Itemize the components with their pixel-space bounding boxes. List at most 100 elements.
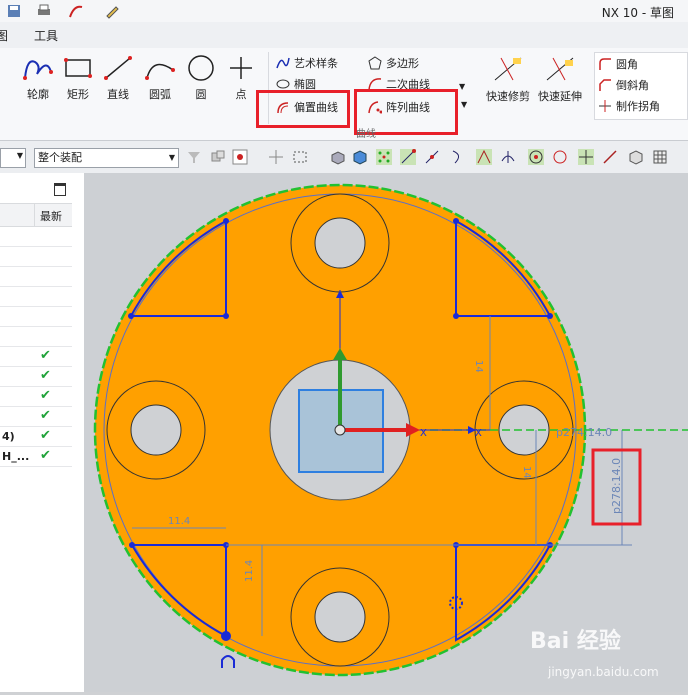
curve-snap-icon[interactable] — [450, 149, 466, 165]
fillet-button[interactable]: 圆角 — [598, 55, 638, 73]
curve-more-icon[interactable]: ▼ — [459, 82, 465, 91]
table-row[interactable] — [0, 326, 72, 347]
navigator-header: 最新 — [0, 203, 72, 227]
dim-p274[interactable]: p274:14.0 — [556, 426, 612, 439]
selection-toolbar: ▼ 整个装配 ▼ — [0, 141, 688, 174]
maximize-icon[interactable] — [54, 183, 66, 196]
curve-gallery-icon[interactable]: ▼ — [461, 100, 467, 109]
rectangle-select-icon[interactable] — [292, 149, 308, 165]
menu-item-tools[interactable]: 工具 — [34, 27, 58, 44]
center-snap-icon[interactable] — [528, 149, 544, 165]
rectangle-button[interactable]: 矩形 — [58, 54, 98, 110]
assembly-scope-select[interactable]: 整个装配 ▼ — [34, 148, 179, 168]
row-label: 4) — [2, 430, 15, 443]
table-row[interactable]: ✔ — [0, 406, 72, 427]
make-corner-button[interactable]: 制作拐角 — [598, 97, 660, 115]
table-row[interactable]: 4) ✔ — [0, 426, 72, 447]
quick-trim-icon — [494, 57, 522, 81]
part-navigator: 最新 ✔ ✔ ✔ ✔ 4) ✔ H_... ✔ — [0, 173, 85, 692]
hole-bottom — [314, 591, 366, 643]
tangent-snap-icon[interactable] — [500, 149, 516, 165]
print-icon[interactable] — [36, 3, 52, 19]
sketch-view[interactable]: 14 14 p274:14.0 11.4 11.4 X X p278:14.0 … — [84, 173, 688, 692]
face-snap-icon[interactable] — [628, 149, 644, 165]
save-icon[interactable] — [6, 3, 22, 19]
pencil-icon[interactable] — [104, 3, 120, 19]
point-snap-icon[interactable] — [376, 149, 392, 165]
endpoint-snap-icon[interactable] — [400, 149, 416, 165]
polygon-icon — [368, 56, 382, 70]
quick-extend-button[interactable]: 快速延伸 — [536, 54, 584, 110]
polygon-button[interactable]: 多边形 — [368, 54, 419, 72]
quick-trim-button[interactable]: 快速修剪 — [484, 54, 532, 110]
grid-icon[interactable] — [652, 149, 668, 165]
checkmark-icon: ✔ — [40, 388, 51, 403]
line-snap-icon[interactable] — [602, 149, 618, 165]
tangent-constraint-icon — [221, 655, 235, 668]
midpoint-snap-icon[interactable] — [424, 149, 440, 165]
art-spline-button[interactable]: 艺术样条 — [276, 54, 338, 72]
line-button[interactable]: 直线 — [98, 54, 138, 110]
table-row[interactable]: ✔ — [0, 346, 72, 367]
curve-tool-icon[interactable] — [68, 3, 84, 19]
point-label: 点 — [235, 88, 247, 101]
line-icon — [104, 56, 132, 80]
dim-horizontal[interactable]: 11.4 — [168, 516, 190, 527]
point-on-curve-icon[interactable] — [578, 149, 594, 165]
hole-top — [314, 217, 366, 269]
chamfer-button[interactable]: 倒斜角 — [598, 76, 649, 94]
chamfer-icon — [599, 79, 611, 91]
snap-point-icon[interactable] — [232, 149, 248, 165]
point-button[interactable]: 点 — [221, 54, 261, 110]
table-row[interactable]: ✔ — [0, 386, 72, 407]
profile-label: 轮廓 — [27, 88, 49, 101]
table-row[interactable] — [0, 306, 72, 327]
circle-label: 圆 — [195, 88, 207, 101]
ellipse-icon — [276, 79, 290, 89]
arc-button[interactable]: 圆弧 — [140, 54, 180, 110]
quadrant-snap-icon[interactable] — [552, 149, 568, 165]
solid-face-icon[interactable] — [330, 149, 346, 165]
quick-trim-label: 快速修剪 — [486, 90, 530, 103]
offset-curve-icon — [277, 102, 289, 114]
csys-origin-icon — [334, 424, 346, 436]
chamfer-label: 倒斜角 — [616, 79, 649, 92]
rectangle-icon — [64, 58, 92, 78]
table-row[interactable]: H_... ✔ — [0, 446, 72, 467]
circle-button[interactable]: 圆 — [181, 54, 221, 110]
table-row[interactable] — [0, 286, 72, 307]
dim-top-r[interactable]: 14 — [473, 360, 484, 373]
pattern-curve-button[interactable]: 阵列曲线 — [368, 98, 430, 116]
select-filter-icon[interactable] — [186, 149, 202, 165]
axis-label-x: X — [420, 428, 427, 439]
table-row[interactable] — [0, 246, 72, 267]
profile-button[interactable]: 轮廓 — [18, 54, 58, 110]
checkmark-icon: ✔ — [40, 368, 51, 383]
cube-icon[interactable] — [352, 149, 368, 165]
assembly-icon[interactable] — [210, 149, 226, 165]
dim-mid-r[interactable]: 14 — [521, 466, 532, 479]
menu-item-view[interactable]: 图 — [0, 27, 8, 44]
table-row[interactable]: ✔ — [0, 366, 72, 387]
fillet-label: 圆角 — [616, 58, 638, 71]
checkmark-icon: ✔ — [40, 408, 51, 423]
intersection-snap-icon[interactable] — [476, 149, 492, 165]
polygon-label: 多边形 — [386, 57, 419, 70]
offset-curve-button[interactable]: 偏置曲线 — [276, 98, 338, 116]
circle-icon — [188, 55, 214, 81]
table-row[interactable] — [0, 266, 72, 287]
watermark-url: jingyan.baidu.com — [547, 665, 659, 679]
ribbon: 轮廓 矩形 直线 圆弧 圆 点 艺术样条 多边形 椭圆 二次曲线 ▼ 偏置曲线 … — [0, 48, 688, 141]
dim-p278[interactable]: p278:14.0 — [610, 458, 623, 514]
menu-bar: 图 工具 — [0, 22, 688, 49]
pattern-curve-icon — [368, 101, 382, 114]
dim-vertical[interactable]: 11.4 — [244, 560, 255, 582]
filter-dropdown[interactable]: ▼ — [0, 148, 26, 168]
make-corner-label: 制作拐角 — [616, 100, 660, 113]
table-row[interactable] — [0, 226, 72, 247]
column-latest: 最新 — [40, 210, 62, 223]
move-icon[interactable] — [268, 149, 284, 165]
hole-left — [130, 404, 182, 456]
graphics-window[interactable]: 14 14 p274:14.0 11.4 11.4 X X p278:14.0 … — [84, 173, 688, 692]
checkmark-icon: ✔ — [40, 428, 51, 443]
